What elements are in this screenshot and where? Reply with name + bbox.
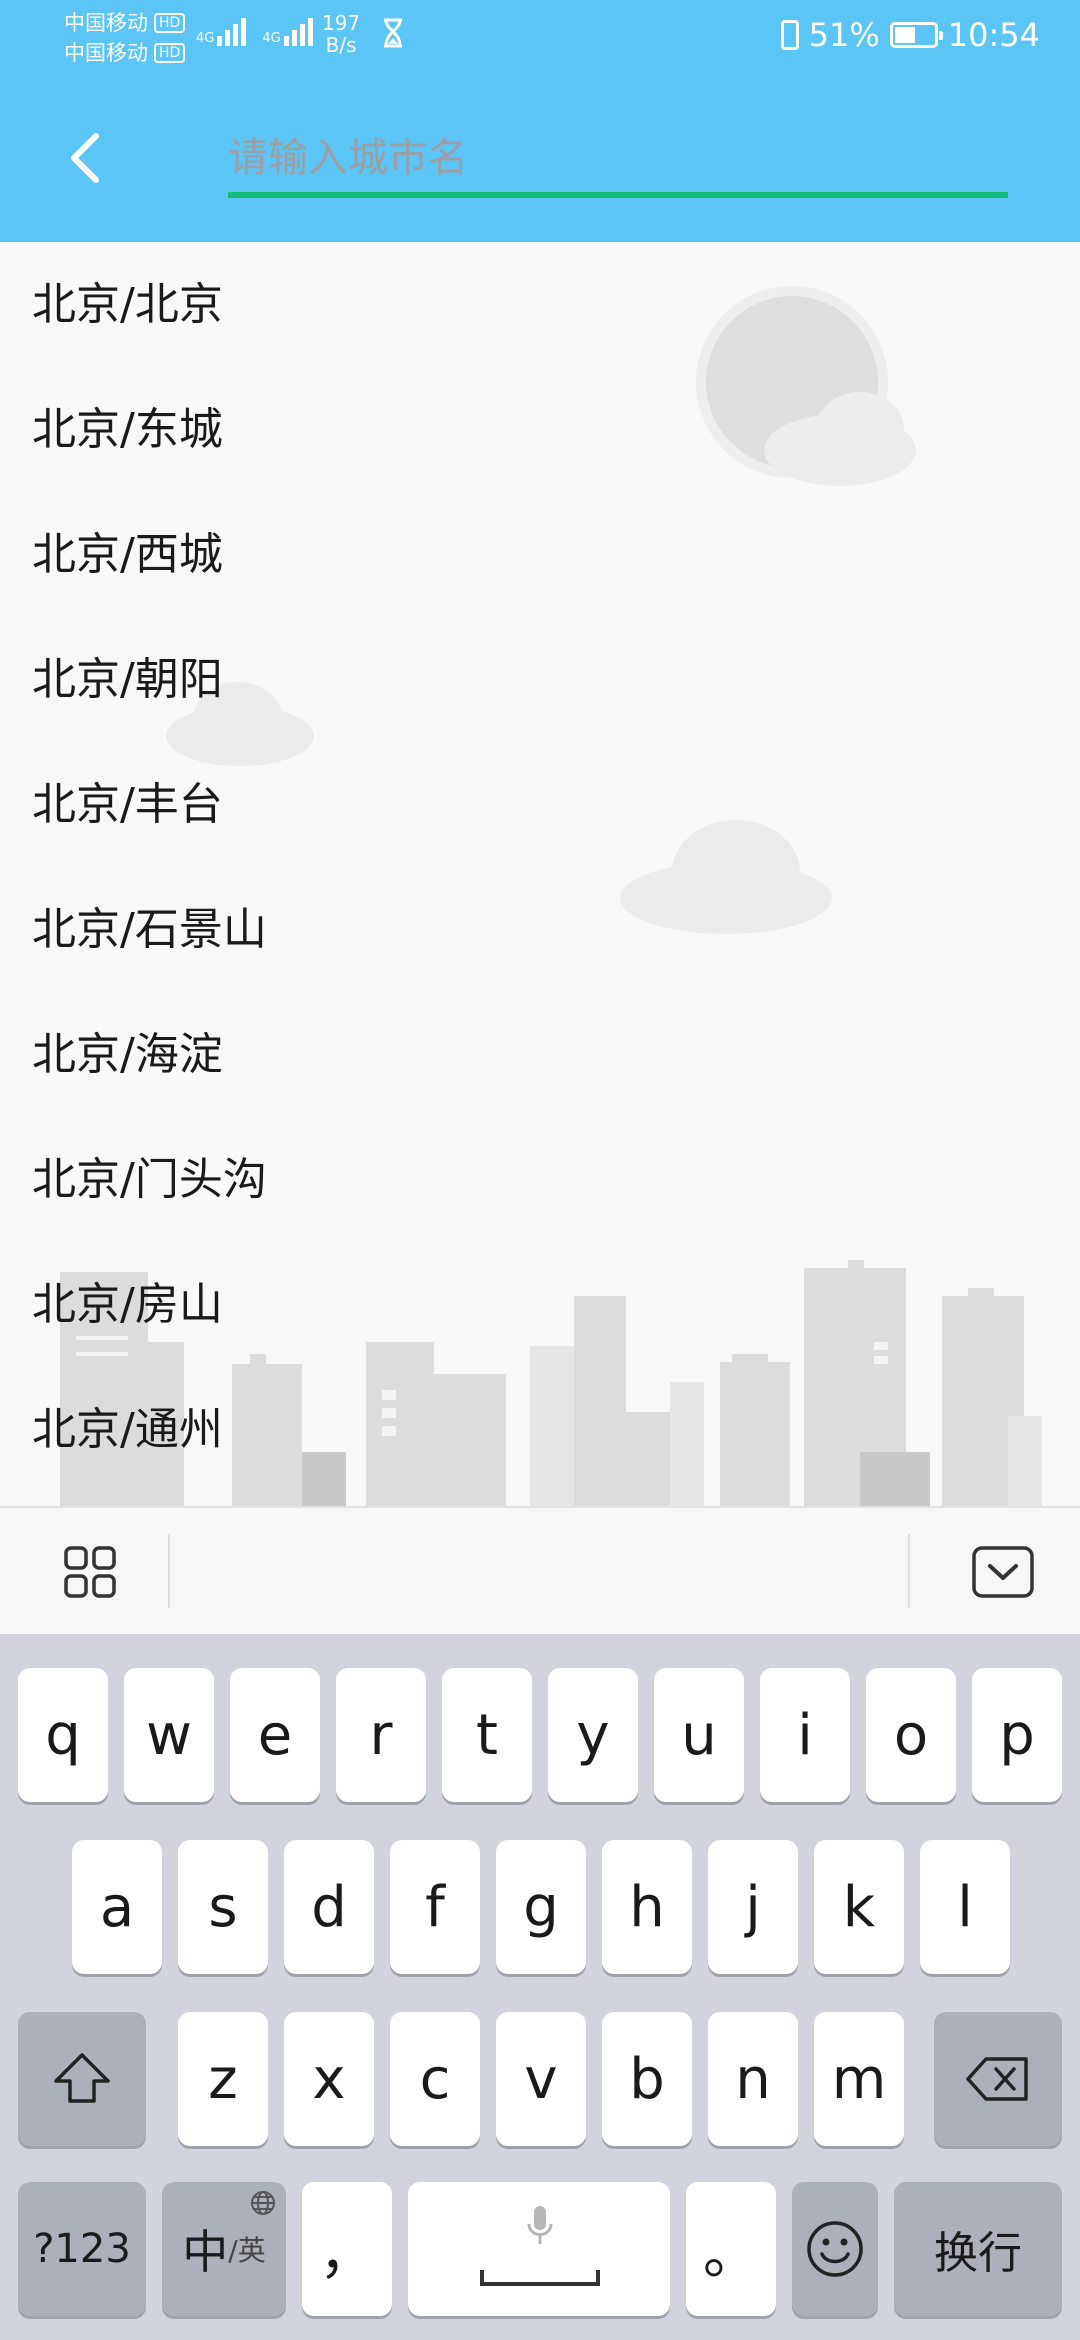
hd-badge: HD [154,43,186,63]
key-u[interactable]: u [654,1668,744,1802]
carrier-name: 中国移动 [64,11,148,35]
key-l[interactable]: l [920,1840,1010,1974]
key-s[interactable]: s [178,1840,268,1974]
key-v[interactable]: v [496,2012,586,2146]
city-search-input[interactable] [228,126,1008,190]
city-list-item[interactable]: 北京/石景山 [0,867,1080,992]
language-switch-key[interactable]: 中/英 [162,2182,286,2316]
app-header: 中国移动 HD 中国移动 HD 4G 4G 197 B/s 51% 10:54 … [0,0,1080,242]
city-list-item[interactable]: 北京/东城 [0,367,1080,492]
microphone-icon [527,2206,553,2244]
network-label: 4G [196,31,215,46]
backspace-key[interactable] [934,2012,1062,2146]
key-n[interactable]: n [708,2012,798,2146]
hourglass-icon [384,18,402,48]
key-h[interactable]: h [602,1840,692,1974]
key-d[interactable]: d [284,1840,374,1974]
keyboard-toolbar [0,1506,1080,1636]
search-box [228,126,1008,198]
key-z[interactable]: z [178,2012,268,2146]
key-j[interactable]: j [708,1840,798,1974]
globe-icon [251,2191,275,2215]
backspace-icon [966,2057,1028,2101]
key-e[interactable]: e [230,1668,320,1802]
key-t[interactable]: t [442,1668,532,1802]
shift-arrow-icon [54,2053,110,2103]
enter-key[interactable]: 换行 [894,2182,1062,2316]
key-x[interactable]: x [284,2012,374,2146]
shift-key[interactable] [18,2012,146,2146]
signal-icon: 4G [262,18,313,46]
soft-keyboard: ?123 中/英 ， 。 换行 q w e r t y u i o p a s … [0,1634,1080,2340]
toolbar-divider [908,1534,910,1608]
vibrate-icon [780,20,799,50]
signal-icon: 4G [196,18,247,46]
hd-badge: HD [154,13,186,33]
key-m[interactable]: m [814,2012,904,2146]
toolbar-divider [168,1534,170,1608]
lang-sub-label: /英 [228,2234,266,2267]
key-g[interactable]: g [496,1840,586,1974]
grid-menu-icon[interactable] [64,1546,116,1598]
hide-keyboard-icon[interactable] [972,1546,1034,1598]
comma-key[interactable]: ， [302,2182,392,2316]
speed-unit: B/s [325,33,357,57]
back-arrow-icon[interactable] [56,128,116,188]
city-list: 北京/北京 北京/东城 北京/西城 北京/朝阳 北京/丰台 北京/石景山 北京/海淀 北京/门… [0,242,1080,1492]
status-bar: 中国移动 HD 中国移动 HD 4G 4G 197 B/s 51% 10:54 [0,0,1080,72]
status-right: 51% 10:54 [780,16,1040,54]
key-q[interactable]: q [18,1668,108,1802]
signal-indicators: 4G 4G [196,18,313,46]
city-list-item[interactable]: 北京/西城 [0,492,1080,617]
city-list-item[interactable]: 北京/朝阳 [0,617,1080,742]
key-w[interactable]: w [124,1668,214,1802]
key-b[interactable]: b [602,2012,692,2146]
city-list-item[interactable]: 北京/门头沟 [0,1117,1080,1242]
city-list-item[interactable]: 北京/北京 [0,242,1080,367]
key-a[interactable]: a [72,1840,162,1974]
city-list-item[interactable]: 北京/海淀 [0,992,1080,1117]
search-underline [228,192,1008,198]
numeric-key[interactable]: ?123 [18,2182,146,2316]
clock: 10:54 [947,16,1040,54]
battery-percent: 51% [808,16,880,54]
network-speed: 197 B/s [322,12,360,56]
carrier-info: 中国移动 HD 中国移动 HD [64,8,186,68]
key-f[interactable]: f [390,1840,480,1974]
city-list-area: 北京/北京 北京/东城 北京/西城 北京/朝阳 北京/丰台 北京/石景山 北京/海淀 北京/门… [0,242,1080,1506]
key-c[interactable]: c [390,2012,480,2146]
lang-main-label: 中 [182,2225,229,2279]
key-p[interactable]: p [972,1668,1062,1802]
city-list-item[interactable]: 北京/丰台 [0,742,1080,867]
key-k[interactable]: k [814,1840,904,1974]
city-list-item[interactable]: 北京/房山 [0,1242,1080,1367]
key-o[interactable]: o [866,1668,956,1802]
battery-icon [889,22,943,48]
speed-value: 197 [322,11,361,35]
network-label: 4G [262,31,281,46]
emoji-key[interactable] [792,2182,878,2316]
space-bar-icon [480,2270,600,2286]
key-i[interactable]: i [760,1668,850,1802]
key-r[interactable]: r [336,1668,426,1802]
smiley-icon [807,2221,863,2277]
carrier-name: 中国移动 [64,41,148,65]
space-key[interactable] [408,2182,670,2316]
city-list-item[interactable]: 北京/通州 [0,1367,1080,1492]
key-y[interactable]: y [548,1668,638,1802]
period-key[interactable]: 。 [686,2182,776,2316]
